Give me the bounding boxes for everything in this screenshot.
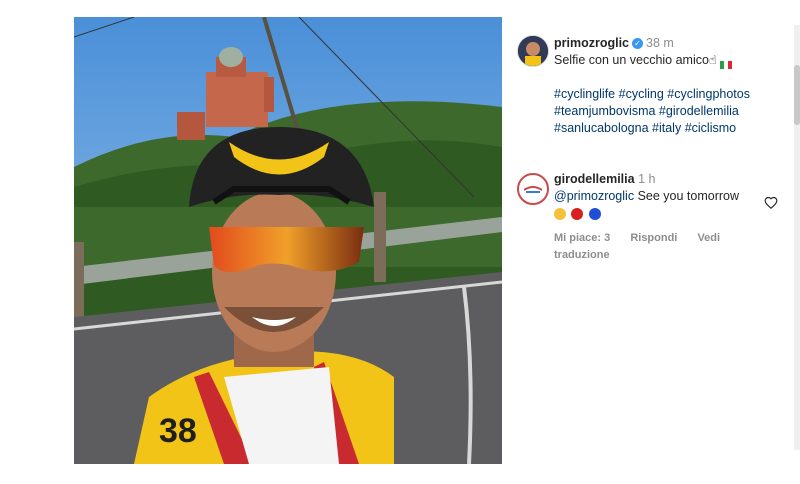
comment-actions: Mi piace: 3 Rispondi Vedi traduzione	[554, 230, 764, 264]
author-username[interactable]: primozroglic	[554, 36, 629, 50]
author-avatar[interactable]	[517, 35, 549, 67]
post-sidebar: primozroglic ✓ 38 m Selfie con un vecchio …	[517, 35, 787, 261]
post-photo[interactable]: 38	[74, 17, 502, 464]
comment-text: See you tomorrow	[637, 189, 739, 203]
scrollbar-thumb[interactable]	[794, 65, 800, 125]
comment-likes[interactable]: Mi piace: 3	[554, 232, 610, 244]
hashtag-link[interactable]: #cyclinglife	[554, 87, 615, 101]
post-caption: Selfie con un vecchio amico☝	[554, 52, 784, 69]
comment-time[interactable]: 1 h	[638, 172, 655, 186]
comment-item: girodellemilia 1 h @primozroglic See you…	[517, 171, 787, 261]
hashtag-link[interactable]: #girodellemilia	[659, 104, 739, 118]
post-caption-row: primozroglic ✓ 38 m Selfie con un vecchio …	[517, 35, 787, 155]
selfie-photo: 38	[74, 17, 502, 464]
author-avatar-image	[518, 36, 548, 66]
commenter-username[interactable]: girodellemilia	[554, 172, 635, 186]
svg-text:38: 38	[159, 412, 197, 450]
hashtag-link[interactable]: #cycling	[619, 87, 664, 101]
hashtag-link[interactable]: #teamjumbovisma	[554, 104, 655, 118]
hand-emoji-icon: ☝	[708, 53, 717, 67]
scrollbar-track[interactable]	[794, 25, 800, 450]
blue-circle-icon	[588, 207, 601, 220]
verified-badge-icon: ✓	[632, 38, 644, 50]
giro-logo-icon	[524, 186, 542, 193]
hashtag-link[interactable]: #italy	[652, 121, 681, 135]
italy-flag-icon	[719, 57, 732, 69]
smile-emoji-icon	[554, 207, 566, 220]
comment-mention[interactable]: @primozroglic	[554, 189, 634, 203]
post-hashtags: #cyclinglife #cycling #cyclingphotos #te…	[554, 86, 784, 137]
red-circle-icon	[571, 207, 584, 220]
heart-icon[interactable]	[764, 196, 778, 210]
hashtag-link[interactable]: #ciclismo	[685, 121, 736, 135]
hashtag-link[interactable]: #cyclingphotos	[667, 87, 750, 101]
caption-text: Selfie con un vecchio amico	[554, 53, 709, 67]
post-time[interactable]: 38 m	[646, 36, 674, 50]
hashtag-link[interactable]: #sanlucabologna	[554, 121, 649, 135]
reply-button[interactable]: Rispondi	[630, 232, 677, 244]
commenter-avatar[interactable]	[517, 173, 549, 205]
